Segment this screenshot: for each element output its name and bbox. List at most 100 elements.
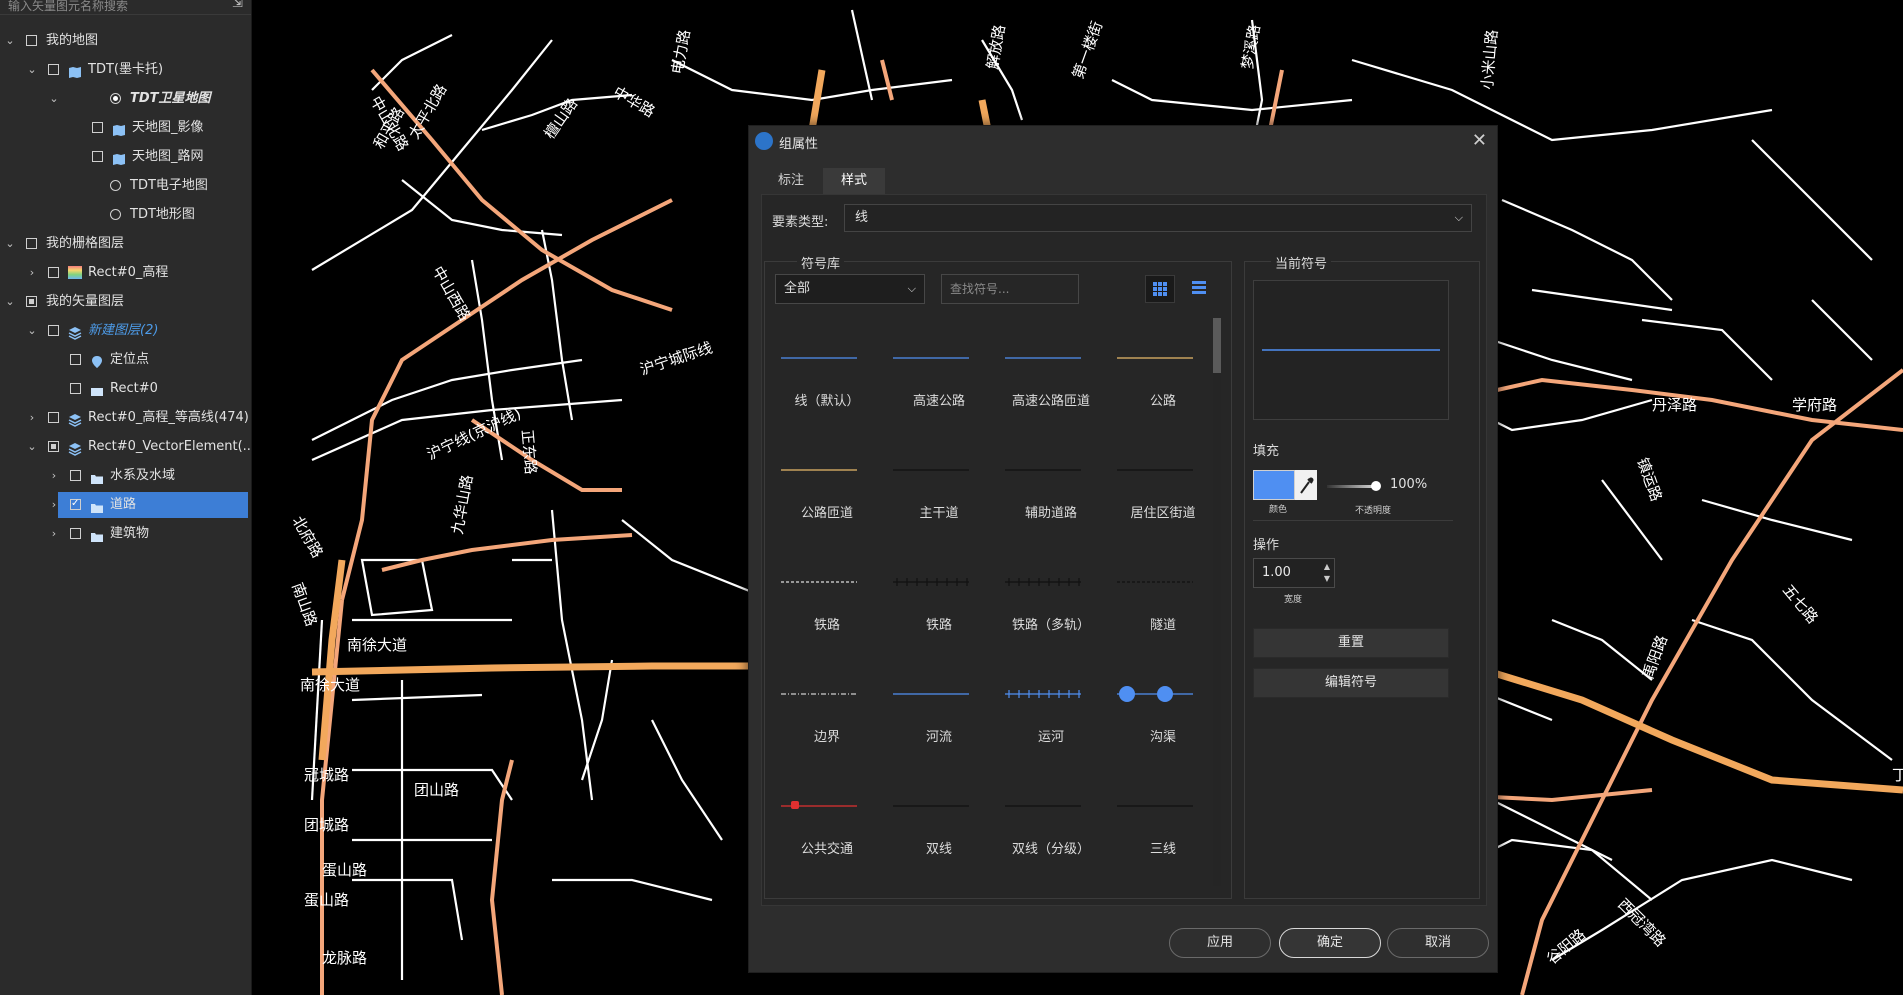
- symbol-search-input[interactable]: 查找符号...: [941, 274, 1079, 304]
- color-caption: 颜色: [1269, 505, 1288, 515]
- layer-checkbox[interactable]: [70, 528, 81, 539]
- symbol-item[interactable]: 公共交通: [773, 768, 881, 878]
- symbol-item[interactable]: 主干道: [885, 432, 993, 542]
- layer-tree-item[interactable]: › Rect#0_高程_等高线(474): [0, 405, 251, 431]
- layer-checkbox[interactable]: [70, 383, 81, 394]
- opacity-slider-handle[interactable]: [1371, 481, 1381, 491]
- edit-symbol-button[interactable]: 编辑符号: [1253, 668, 1449, 698]
- chevron-down-icon[interactable]: ⌄: [4, 28, 16, 54]
- symbol-item[interactable]: 双线（分级）: [997, 768, 1105, 878]
- layer-tree-item[interactable]: TDT地形图: [0, 202, 251, 228]
- layer-checkbox[interactable]: [48, 64, 59, 75]
- layer-tree-item[interactable]: ⌄ 新建图层(2): [0, 318, 251, 344]
- layer-tree-item[interactable]: 定位点: [0, 347, 251, 373]
- symbol-item[interactable]: 边界: [773, 656, 881, 766]
- layer-tree-item[interactable]: ⌄ Rect#0_VectorElement(...: [0, 434, 255, 460]
- layer-checkbox[interactable]: [48, 441, 59, 452]
- layer-checkbox[interactable]: [70, 354, 81, 365]
- layer-checkbox[interactable]: [26, 35, 37, 46]
- symbol-item[interactable]: 公路: [1109, 320, 1205, 430]
- layer-checkbox[interactable]: [92, 122, 103, 133]
- chevron-right-icon[interactable]: ›: [26, 260, 38, 286]
- layer-tree-item[interactable]: ⌄ TDT卫星地图: [0, 86, 251, 112]
- symbol-category-select[interactable]: 全部 ⌵: [775, 274, 925, 304]
- layer-checkbox[interactable]: [48, 267, 59, 278]
- layer-radio[interactable]: [110, 209, 121, 220]
- layer-checkbox[interactable]: [26, 296, 37, 307]
- symbol-item[interactable]: 辅助道路: [997, 432, 1105, 542]
- scrollbar-thumb[interactable]: [1213, 318, 1221, 373]
- chevron-down-icon[interactable]: ⌄: [26, 318, 38, 344]
- layer-search-input[interactable]: 输入矢量图元名称搜索: [8, 0, 128, 14]
- layer-checkbox[interactable]: [48, 412, 59, 423]
- layer-checkbox[interactable]: [70, 470, 81, 481]
- symbol-item[interactable]: 沟渠: [1109, 656, 1205, 766]
- symbol-item[interactable]: 河流: [885, 656, 993, 766]
- cancel-button[interactable]: 取消: [1387, 928, 1489, 958]
- reset-button[interactable]: 重置: [1253, 628, 1449, 658]
- feature-type-select[interactable]: 线 ⌵: [844, 204, 1472, 232]
- symbol-item[interactable]: 高速公路匝道: [997, 320, 1105, 430]
- symbol-swatch: [781, 801, 857, 809]
- layer-tree-item[interactable]: ›道路: [52, 491, 248, 518]
- layer-tree-item[interactable]: Rect#0: [0, 376, 251, 402]
- layer-checkbox[interactable]: [26, 238, 37, 249]
- folder-icon: [90, 527, 104, 542]
- layer-search-bar[interactable]: 输入矢量图元名称搜索 ⇲: [0, 0, 251, 15]
- symbol-scrollbar[interactable]: [1213, 318, 1221, 886]
- layer-tree-item[interactable]: 天地图_影像: [0, 115, 251, 141]
- symbol-item[interactable]: 铁路: [773, 544, 881, 654]
- chevron-right-icon[interactable]: ›: [48, 492, 60, 518]
- chevron-down-icon[interactable]: ⌄: [26, 434, 38, 460]
- grid-view-button[interactable]: [1145, 275, 1175, 303]
- dialog-titlebar[interactable]: 组属性 ✕: [749, 126, 1497, 156]
- layer-tree-item[interactable]: › 水系及水域: [0, 463, 251, 489]
- symbol-item[interactable]: 运河: [997, 656, 1105, 766]
- eyedropper-button[interactable]: [1295, 470, 1317, 500]
- opacity-caption: 不透明度: [1355, 506, 1392, 516]
- fill-color-swatch[interactable]: [1253, 470, 1295, 500]
- symbol-item[interactable]: 公路匝道: [773, 432, 881, 542]
- close-icon[interactable]: ✕: [1472, 130, 1487, 151]
- chevron-down-icon[interactable]: ⌄: [4, 289, 16, 315]
- layer-checkbox[interactable]: [48, 325, 59, 336]
- layer-checkbox[interactable]: [92, 151, 103, 162]
- layer-tree-item[interactable]: › 建筑物: [0, 521, 251, 547]
- spin-arrows-icon[interactable]: ▲ ▼: [1324, 561, 1330, 585]
- map-label: 中华路: [610, 83, 658, 121]
- layer-tree-item[interactable]: ⌄ 我的栅格图层: [0, 231, 251, 257]
- layer-tree-item[interactable]: › Rect#0_高程: [0, 260, 251, 286]
- layer-radio[interactable]: [110, 180, 121, 191]
- symbol-item[interactable]: 居住区街道: [1109, 432, 1205, 542]
- layer-tree-item[interactable]: TDT电子地图: [0, 173, 251, 199]
- layer-tree-item[interactable]: ⌄ 我的地图: [0, 28, 251, 54]
- layer-radio[interactable]: [110, 93, 121, 104]
- ok-button[interactable]: 确定: [1279, 928, 1381, 958]
- symbol-item[interactable]: 高速公路: [885, 320, 993, 430]
- tab-label[interactable]: 标注: [761, 168, 821, 194]
- symbol-item[interactable]: 铁路（多轨）: [997, 544, 1105, 654]
- layer-checkbox[interactable]: [70, 491, 81, 517]
- opacity-slider[interactable]: [1327, 485, 1377, 488]
- tab-style[interactable]: 样式: [823, 168, 885, 194]
- symbol-item[interactable]: 铁路: [885, 544, 993, 654]
- layer-tree-item[interactable]: ⌄ 我的矢量图层: [0, 289, 251, 315]
- chevron-right-icon[interactable]: ›: [48, 463, 60, 489]
- symbol-item[interactable]: 双线: [885, 768, 993, 878]
- width-spinbox[interactable]: 1.00 ▲ ▼: [1253, 558, 1335, 588]
- layer-tree-item[interactable]: ⌄ TDT(墨卡托): [0, 57, 251, 83]
- symbol-swatch: [893, 469, 969, 471]
- chevron-down-icon: ⌵: [907, 282, 916, 295]
- chevron-down-icon[interactable]: ⌄: [4, 231, 16, 257]
- chevron-right-icon[interactable]: ›: [48, 521, 60, 547]
- chevron-down-icon[interactable]: ⌄: [26, 57, 38, 83]
- list-view-button[interactable]: [1185, 275, 1215, 303]
- apply-button[interactable]: 应用: [1169, 928, 1271, 958]
- symbol-item[interactable]: 线（默认）: [773, 320, 881, 430]
- layer-tree-item[interactable]: 天地图_路网: [0, 144, 251, 170]
- chevron-down-icon[interactable]: ⌄: [48, 86, 60, 112]
- symbol-item[interactable]: 隧道: [1109, 544, 1205, 654]
- collapse-arrow-icon[interactable]: ⇲: [232, 0, 243, 11]
- symbol-item[interactable]: 三线: [1109, 768, 1205, 878]
- chevron-right-icon[interactable]: ›: [26, 405, 38, 431]
